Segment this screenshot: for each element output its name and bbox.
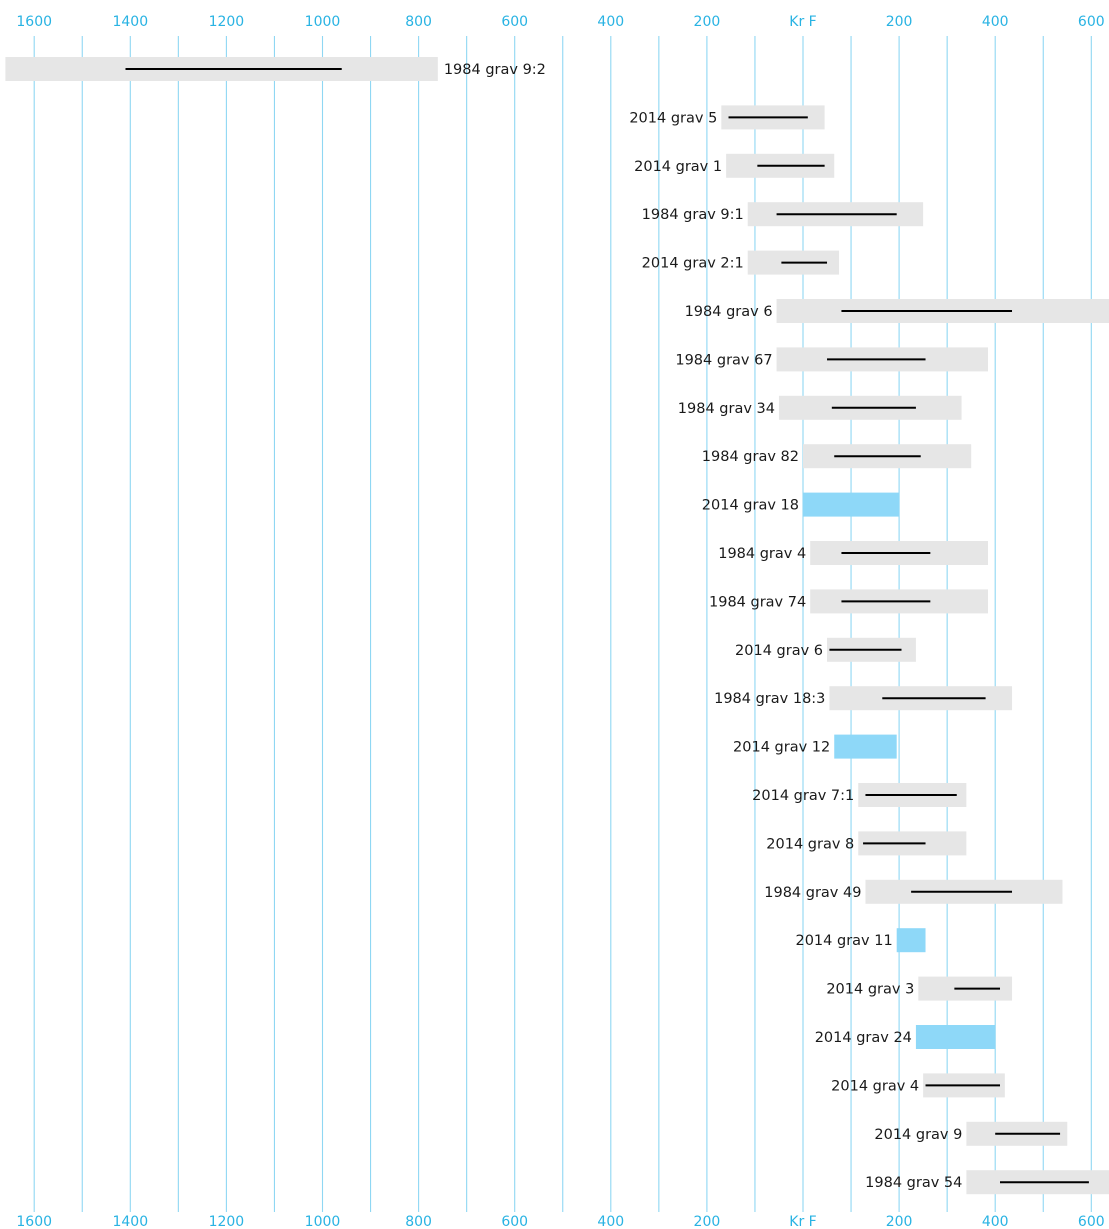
x-tick-label-top: 1000 xyxy=(305,14,341,30)
row-label: 2014 grav 12 xyxy=(733,740,830,756)
x-tick-label-bottom: 1000 xyxy=(305,1214,341,1229)
row-label: 1984 grav 18:3 xyxy=(714,691,825,707)
row-label: 2014 grav 1 xyxy=(634,159,722,175)
range-row: 1984 grav 6 xyxy=(685,299,1109,323)
row-label: 1984 grav 82 xyxy=(702,449,799,465)
range-row: 2014 grav 8 xyxy=(766,831,967,856)
range-row: 2014 grav 2:1 xyxy=(642,250,840,275)
x-axis-bottom: 1600 1400 1200 1000 800 600 400 200 Kr F 200 400 60… xyxy=(16,1214,1104,1229)
range-row: 2014 grav 7:1 xyxy=(752,783,967,807)
x-axis-top: 1600 1400 1200 1000 800 600 400 200 Kr F 200 400 60… xyxy=(16,14,1104,30)
x-tick-label-bottom: 200 xyxy=(694,1214,721,1229)
x-tick-label-bottom: Kr F xyxy=(789,1214,816,1229)
row-label: 2014 grav 24 xyxy=(815,1030,912,1046)
row-label: 1984 grav 67 xyxy=(675,352,772,368)
range-row: 2014 grav 9 xyxy=(874,1121,1068,1146)
range-row: 1984 grav 18:3 xyxy=(714,686,1013,711)
row-label: 2014 grav 6 xyxy=(735,643,823,659)
x-tick-label-bottom: 400 xyxy=(597,1214,624,1229)
row-label: 1984 grav 4 xyxy=(718,546,806,562)
x-tick-label-bottom: 600 xyxy=(501,1214,528,1229)
range-row: 2014 grav 4 xyxy=(831,1073,1005,1098)
row-label: 1984 grav 74 xyxy=(709,594,806,610)
row-label: 1984 grav 54 xyxy=(865,1175,962,1191)
highlight-range-bar xyxy=(915,1025,996,1049)
range-row: 1984 grav 9:2 xyxy=(5,57,546,81)
x-tick-label-bottom: 600 xyxy=(1078,1214,1105,1229)
range-row: 2014 grav 11 xyxy=(795,928,926,953)
x-tick-label-top: 400 xyxy=(597,14,624,30)
range-row: 1984 grav 34 xyxy=(678,395,962,420)
x-tick-label-top: 200 xyxy=(694,14,721,30)
x-tick-label-top: 600 xyxy=(501,14,528,30)
range-row: 2014 grav 18 xyxy=(702,492,900,517)
range-row: 1984 grav 82 xyxy=(702,444,972,469)
row-label: 1984 grav 49 xyxy=(764,885,861,901)
range-row: 2014 grav 1 xyxy=(634,153,835,178)
row-label: 2014 grav 8 xyxy=(766,836,854,852)
range-row: 2014 grav 6 xyxy=(735,637,916,662)
x-tick-label-bottom: 1200 xyxy=(209,1214,245,1229)
row-label: 2014 grav 18 xyxy=(702,498,799,514)
row-label: 2014 grav 5 xyxy=(629,110,717,126)
x-tick-label-top: 400 xyxy=(982,14,1009,30)
range-row: 1984 grav 67 xyxy=(675,347,988,372)
row-label: 2014 grav 11 xyxy=(795,933,892,949)
x-tick-label-top: 1400 xyxy=(112,14,148,30)
row-label: 2014 grav 2:1 xyxy=(642,256,744,272)
row-label: 2014 grav 9 xyxy=(874,1127,962,1143)
x-tick-label-top: 1200 xyxy=(209,14,245,30)
row-label: 1984 grav 9:1 xyxy=(642,207,744,223)
x-tick-label-bottom: 800 xyxy=(405,1214,432,1229)
range-row: 1984 grav 54 xyxy=(865,1170,1109,1195)
x-tick-label-top: 600 xyxy=(1078,14,1105,30)
range-row: 2014 grav 12 xyxy=(733,734,897,759)
range-row: 1984 grav 49 xyxy=(764,879,1063,904)
range-row: 2014 grav 3 xyxy=(826,976,1013,1001)
x-tick-label-top: 200 xyxy=(886,14,913,30)
row-label: 1984 grav 6 xyxy=(685,304,773,320)
x-tick-label-bottom: 1400 xyxy=(112,1214,148,1229)
row-label: 1984 grav 9:2 xyxy=(444,62,546,78)
row-label: 2014 grav 7:1 xyxy=(752,788,854,804)
highlight-range-bar xyxy=(803,492,900,517)
range-row: 2014 grav 24 xyxy=(815,1025,996,1049)
highlight-range-bar xyxy=(896,928,926,953)
x-tick-label-top: Kr F xyxy=(789,14,816,30)
x-tick-label-bottom: 400 xyxy=(982,1214,1009,1229)
x-tick-label-bottom: 200 xyxy=(886,1214,913,1229)
chart-area: 1600 1400 1200 1000 800 600 400 200 Kr F 200 400 60… xyxy=(5,14,1109,1229)
range-row: 1984 grav 9:1 xyxy=(642,202,924,227)
row-label: 2014 grav 4 xyxy=(831,1078,919,1094)
range-rows: 1984 grav 9:2 2014 grav 5 2014 grav 1 1984 … xyxy=(5,57,1109,1195)
row-label: 2014 grav 3 xyxy=(826,982,914,998)
row-label: 1984 grav 34 xyxy=(678,401,775,417)
x-tick-label-top: 1600 xyxy=(16,14,52,30)
x-tick-label-bottom: 1600 xyxy=(16,1214,52,1229)
range-row: 1984 grav 74 xyxy=(709,589,988,614)
x-tick-label-top: 800 xyxy=(405,14,432,30)
range-row: 1984 grav 4 xyxy=(718,541,988,565)
highlight-range-bar xyxy=(834,734,897,759)
